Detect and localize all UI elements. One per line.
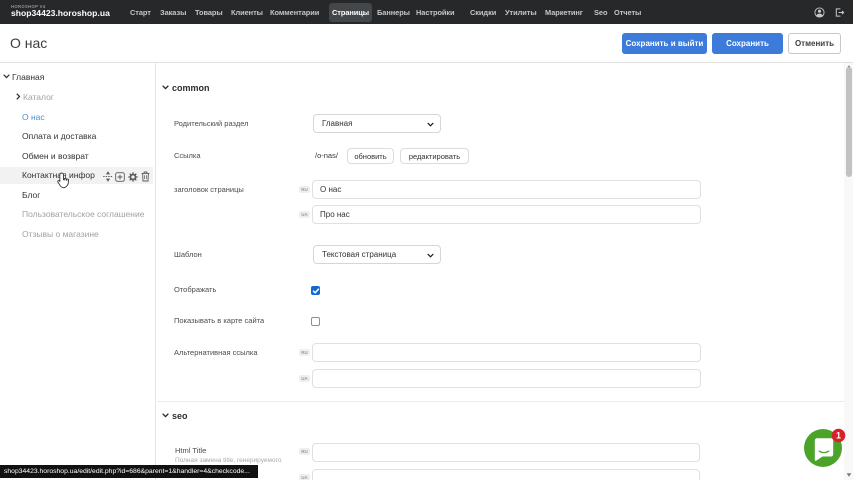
svg-text:1: 1	[836, 431, 841, 441]
